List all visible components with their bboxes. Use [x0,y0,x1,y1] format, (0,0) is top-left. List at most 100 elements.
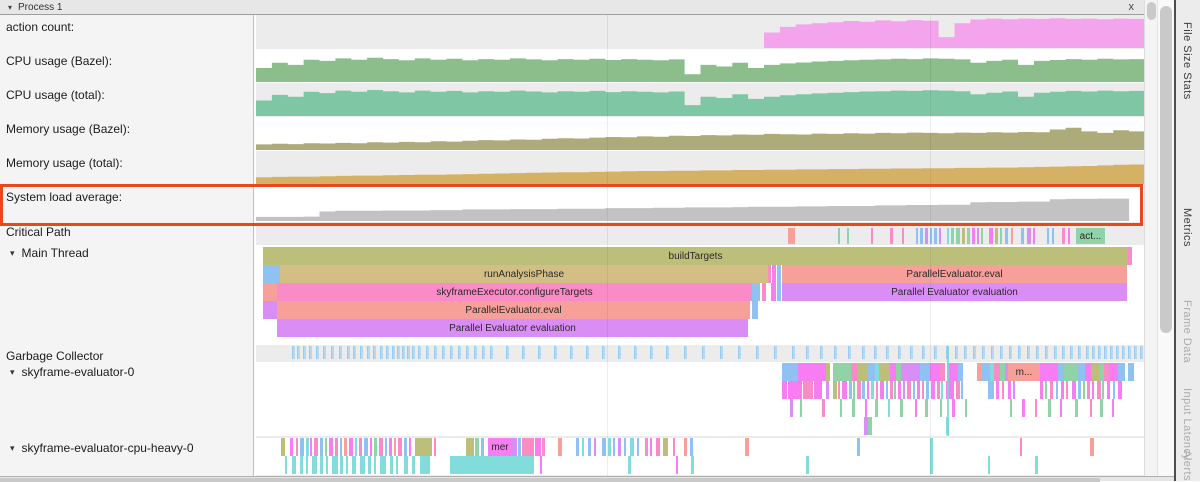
track-main-thread[interactable]: buildTargetsrunAnalysisPhaseParallelEval… [256,245,1144,345]
critical-path-slice[interactable] [1005,228,1008,244]
gc-tick[interactable] [434,346,437,359]
gc-tick[interactable] [1078,346,1081,359]
critical-path-slice[interactable] [1000,228,1002,244]
slice-parallelevaluator-eval[interactable]: ParallelEvaluator.eval [277,301,750,319]
gc-tick[interactable] [412,346,415,359]
skyframe-evaluator-cpu-heavy-0-slice[interactable] [332,456,338,474]
critical-path-slice[interactable] [939,228,941,244]
skyframe-evaluator-0-slice[interactable] [1040,381,1043,399]
skyframe-evaluator-0-slice[interactable] [852,399,855,417]
skyframe-evaluator-cpu-heavy-0-slice[interactable] [540,456,542,474]
skyframe-evaluator-cpu-heavy-0-slice[interactable] [1020,438,1022,456]
skyframe-evaluator-cpu-heavy-0-slice[interactable] [481,438,484,456]
tab-frame-data[interactable]: Frame Data [1181,300,1193,363]
gc-tick[interactable] [650,346,653,359]
gc-tick[interactable] [1092,346,1095,359]
skyframe-evaluator-cpu-heavy-0-slice[interactable] [656,438,660,456]
skyframe-evaluator-0-slice[interactable] [879,363,890,381]
skyframe-evaluator-0-slice[interactable] [941,381,943,399]
gc-tick[interactable] [1128,346,1131,359]
skyframe-evaluator-0-slice[interactable] [1087,381,1090,399]
gc-tick[interactable] [1104,346,1107,359]
critical-path-slice[interactable] [947,228,949,244]
skyframe-evaluator-cpu-heavy-0-slice[interactable] [602,438,606,456]
close-icon[interactable]: x [1129,1,1135,13]
critical-path-slice[interactable] [967,228,970,244]
skyframe-evaluator-cpu-heavy-0-slice[interactable] [306,456,308,474]
skyframe-evaluator-0-slice[interactable] [803,381,813,399]
action-count-chart[interactable] [256,16,1144,48]
skyframe-evaluator-cpu-heavy-0-slice[interactable] [379,438,383,456]
skyframe-evaluator-cpu-heavy-0-slice[interactable] [628,456,631,474]
skyframe-evaluator-0-slice[interactable] [913,381,915,399]
gc-tick[interactable] [442,346,445,359]
skyframe-evaluator-0-slice[interactable] [875,399,878,417]
chevron-down-icon[interactable]: ▾ [10,367,15,377]
gc-tick[interactable] [1086,346,1089,359]
skyframe-evaluator-cpu-heavy-0-slice[interactable] [576,438,579,456]
critical-path-slice[interactable] [981,228,983,244]
gc-tick[interactable] [1027,346,1030,359]
skyframe-evaluator-0-slice[interactable] [925,399,928,417]
skyframe-evaluator-cpu-heavy-0-slice[interactable] [326,456,328,474]
main-thread-slice[interactable] [752,301,758,319]
skyframe-evaluator-0-slice[interactable] [898,381,901,399]
skyframe-evaluator-0-slice[interactable] [1078,381,1081,399]
gc-tick[interactable] [458,346,461,359]
skyframe-evaluator-0-slice[interactable] [838,381,840,399]
skyframe-evaluator-0-slice[interactable] [965,399,967,417]
gc-tick[interactable] [570,346,573,359]
skyframe-evaluator-cpu-heavy-0-slice[interactable] [518,438,521,456]
gc-tick[interactable] [1054,346,1057,359]
skyframe-evaluator-cpu-heavy-0-slice[interactable] [352,456,356,474]
skyframe-evaluator-0-slice[interactable] [849,381,852,399]
skyframe-evaluator-0-slice[interactable] [1008,381,1011,399]
gc-tick[interactable] [586,346,589,359]
skyframe-evaluator-0-slice[interactable] [930,363,940,381]
skyframe-evaluator-0-slice[interactable] [800,399,802,417]
skyframe-evaluator-cpu-heavy-0-slice[interactable] [988,456,990,474]
skyframe-evaluator-0-slice[interactable] [1107,381,1110,399]
skyframe-evaluator-cpu-heavy-0-slice[interactable] [340,438,342,456]
gc-tick[interactable] [323,346,326,359]
skyframe-evaluator-cpu-heavy-0-slice[interactable] [673,438,675,456]
gc-tick[interactable] [774,346,777,359]
skyframe-evaluator-cpu-heavy-0-slice[interactable] [329,438,333,456]
skyframe-evaluator-0-slice[interactable] [865,399,867,417]
skyframe-evaluator-0-slice[interactable] [1092,381,1094,399]
gc-tick[interactable] [898,346,901,359]
gc-tick[interactable] [506,346,509,359]
skyframe-evaluator-cpu-heavy-0-slice[interactable] [522,438,534,456]
gc-tick[interactable] [618,346,621,359]
slice-skyframeexecutor-configuretargets[interactable]: skyframeExecutor.configureTargets [277,283,752,301]
skyframe-evaluator-0-slice[interactable] [871,381,874,399]
gc-tick[interactable] [360,346,363,359]
skyframe-evaluator-cpu-heavy-0-slice[interactable] [390,456,393,474]
gc-tick[interactable] [946,346,949,359]
gc-tick[interactable] [418,346,421,359]
gc-tick[interactable] [756,346,759,359]
gc-tick[interactable] [702,346,705,359]
main-thread-slice[interactable] [771,283,776,301]
gc-tick[interactable] [474,346,477,359]
skyframe-evaluator-cpu-heavy-0-slice[interactable] [930,456,933,474]
skyframe-evaluator-cpu-heavy-0-slice[interactable] [806,456,809,474]
skyframe-evaluator-0-slice[interactable] [1064,363,1077,381]
skyframe-evaluator-0-slice[interactable] [842,381,847,399]
skyframe-evaluator-0-slice[interactable] [1045,381,1047,399]
gc-tick[interactable] [316,346,319,359]
main-thread-slice[interactable] [768,265,771,283]
critical-path-slice[interactable] [1068,228,1070,244]
track-action-count[interactable] [256,15,1144,49]
skyframe-evaluator-0-slice[interactable] [956,381,960,399]
skyframe-evaluator-cpu-heavy-0-slice[interactable] [300,456,303,474]
cpu-bazel-chart[interactable] [256,50,1144,82]
skyframe-evaluator-cpu-heavy-0-slice[interactable] [404,456,408,474]
gc-tick[interactable] [402,346,405,359]
skyframe-evaluator-0-slice[interactable] [868,363,875,381]
skyframe-evaluator-0-slice[interactable] [940,363,945,381]
tab-file-size-stats[interactable]: File Size Stats [1181,22,1193,100]
skyframe-evaluator-cpu-heavy-0-slice[interactable] [349,438,353,456]
gc-tick[interactable] [373,346,376,359]
skyframe-evaluator-0-slice[interactable] [1102,381,1104,399]
